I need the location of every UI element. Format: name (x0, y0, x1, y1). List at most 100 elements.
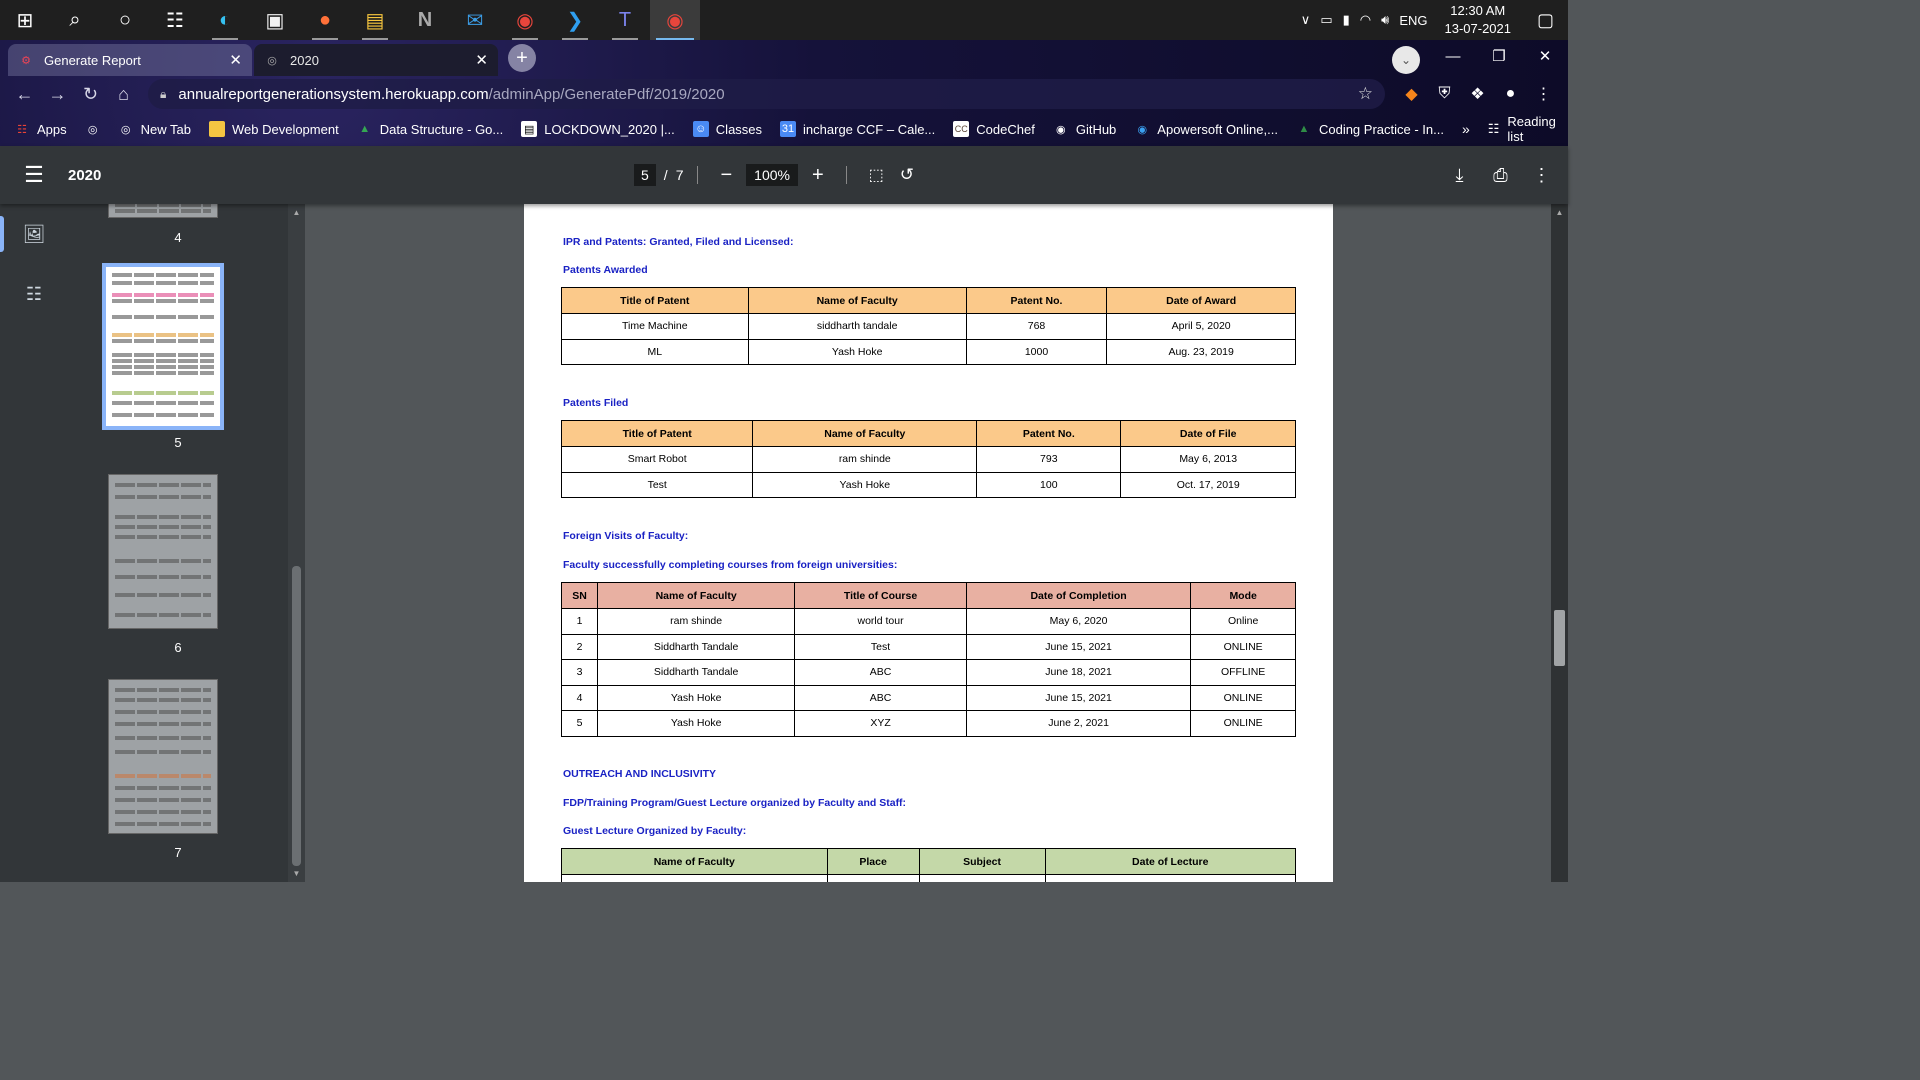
wifi-icon[interactable]: ◠ (1355, 12, 1376, 28)
thumb-line (115, 774, 211, 778)
bookmark-coding-practice[interactable]: ▲ Coding Practice - In... (1296, 121, 1444, 137)
chrome-menu-icon[interactable]: ⋮ (1527, 84, 1560, 104)
thumbnail-label: 4 (174, 230, 182, 245)
bookmarks-bar: ☷ Apps ◎ ◎ New Tab Web Development ▲ Data S… (0, 112, 1568, 146)
search-icon[interactable]: ⌕ (50, 0, 100, 40)
address-bar[interactable]: 🔒︎ annualreportgenerationsystem.herokuap… (148, 79, 1385, 109)
bookmark-label: LOCKDOWN_2020 |... (544, 121, 675, 137)
page-number-input[interactable]: 5 (634, 164, 656, 186)
back-icon[interactable]: ← (8, 84, 41, 105)
bookmark-incharge-ccf[interactable]: 31 incharge CCF – Cale... (780, 121, 935, 137)
bookmark-star-icon[interactable]: ☆ (1358, 84, 1373, 104)
battery-icon[interactable]: ▮ (1338, 12, 1355, 28)
google-drive-icon: ▲ (359, 123, 371, 135)
outline-view-icon[interactable]: ☷ (0, 264, 68, 324)
notion-icon[interactable]: N (400, 0, 450, 40)
shield-extension-icon[interactable]: ⛨ (1428, 85, 1461, 103)
chrome-icon[interactable]: ◉ (500, 0, 550, 40)
table-header-row: SN Name of Faculty Title of Course Date … (561, 582, 1296, 609)
bookmark-data-structure[interactable]: ▲ Data Structure - Go... (357, 121, 503, 137)
device-icon[interactable]: ▭ (1315, 12, 1337, 28)
chrome-active-icon[interactable]: ◉ (650, 0, 700, 40)
viewer-scrollbar[interactable]: ▲ (1551, 204, 1568, 882)
file-explorer-icon[interactable]: ▤ (350, 0, 400, 40)
reload-icon[interactable]: ↻ (74, 84, 107, 105)
tab-search-icon[interactable]: ⌄ (1392, 46, 1420, 74)
tab-2020[interactable]: ◎ 2020 ✕ (254, 44, 498, 76)
notifications-icon[interactable]: ▢ (1523, 10, 1568, 31)
restore-icon[interactable]: ❐ (1476, 47, 1522, 65)
reading-list-button[interactable]: Reading list (1507, 114, 1555, 144)
chevron-up-icon[interactable]: ∨ (1296, 12, 1316, 28)
edge-icon[interactable]: ◐ (200, 0, 250, 40)
windows-start-icon[interactable]: ⊞ (0, 0, 50, 40)
zoom-in-icon[interactable]: + (804, 164, 832, 187)
hamburger-menu-icon[interactable]: ☰ (0, 162, 68, 188)
mail-icon[interactable]: ✉ (450, 0, 500, 40)
column-header: Patent No. (976, 420, 1122, 447)
thumb-line (115, 613, 211, 617)
teams-icon[interactable]: T (600, 0, 650, 40)
bookmark-lockdown[interactable]: ▤ LOCKDOWN_2020 |... (521, 121, 675, 137)
download-icon[interactable]: ⤓ (1439, 165, 1480, 186)
codechef-icon: CC (953, 121, 970, 137)
tab-generate-report[interactable]: ⚙ Generate Report ✕ (8, 44, 252, 76)
table-cell: ONLINE (1190, 710, 1296, 737)
thumbnail-scrollbar[interactable]: ▲ ▼ (288, 204, 305, 882)
task-view-icon[interactable]: ☷ (150, 0, 200, 40)
thumbnail-label: 6 (174, 640, 182, 655)
firefox-icon[interactable]: ● (300, 0, 350, 40)
page-thumbnail-7[interactable] (108, 679, 218, 834)
home-icon[interactable]: ⌂ (107, 84, 140, 105)
zoom-out-icon[interactable]: − (712, 164, 740, 187)
print-icon[interactable]: ⎙ (1480, 165, 1521, 186)
minimize-icon[interactable]: — (1430, 48, 1476, 65)
bookmark-label: Coding Practice - In... (1318, 121, 1444, 137)
new-tab-button[interactable]: + (508, 44, 536, 72)
cortana-icon[interactable]: ○ (100, 0, 150, 40)
scrollbar-thumb[interactable] (1554, 610, 1565, 666)
scroll-up-icon[interactable]: ▲ (288, 208, 305, 217)
store-icon[interactable]: ▣ (250, 0, 300, 40)
profile-avatar[interactable]: ● (1494, 85, 1527, 103)
fit-to-page-icon[interactable]: ⬚ (861, 165, 892, 185)
forward-icon[interactable]: → (41, 84, 74, 105)
thumbnails-view-icon[interactable]: 🖼︎ (0, 204, 68, 264)
clock[interactable]: 12:30 AM 13-07-2021 (1432, 2, 1523, 38)
page-thumbnail-6[interactable] (108, 474, 218, 629)
rotate-icon[interactable]: ↺ (892, 165, 922, 185)
bookmark-codechef[interactable]: CC CodeChef (953, 121, 1035, 137)
scroll-down-icon[interactable]: ▼ (288, 869, 305, 878)
zoom-level-input[interactable]: 100% (746, 164, 798, 186)
vscode-icon[interactable]: ❯ (550, 0, 600, 40)
bookmark-github[interactable]: ◉ GitHub (1053, 121, 1116, 137)
thumb-line (112, 413, 214, 417)
omnibar: ← → ↻ ⌂ 🔒︎ annualreportgenerationsystem.… (0, 76, 1568, 112)
bookmark-globe[interactable]: ◎ (85, 121, 108, 137)
close-window-icon[interactable]: ✕ (1522, 47, 1568, 65)
extensions-puzzle-icon[interactable]: ❖ (1461, 84, 1494, 104)
volume-icon[interactable]: 🔊︎ (1376, 12, 1394, 28)
table-cell: world tour (794, 608, 967, 635)
url-path: /adminApp/GeneratePdf/2019/2020 (488, 85, 725, 103)
bookmark-new-tab[interactable]: ◎ New Tab (118, 121, 191, 137)
close-tab-icon[interactable]: ✕ (475, 51, 488, 69)
more-options-icon[interactable]: ⋮ (1521, 165, 1562, 186)
bookmark-classes[interactable]: ☺ Classes (692, 121, 762, 137)
page-thumbnail-5[interactable] (102, 263, 224, 430)
metamask-extension-icon[interactable]: ◆ (1395, 84, 1428, 104)
scrollbar-thumb[interactable] (292, 566, 301, 866)
page-thumbnail-4[interactable] (108, 204, 218, 218)
bookmark-apps[interactable]: ☷ Apps (14, 121, 67, 137)
column-header: Place (826, 848, 920, 875)
notion-page-icon: ▤ (521, 121, 538, 137)
more-bookmarks-icon[interactable]: » (1462, 121, 1470, 137)
close-tab-icon[interactable]: ✕ (229, 51, 242, 69)
bookmark-web-development[interactable]: Web Development (208, 121, 339, 137)
language-indicator[interactable]: ENG (1394, 13, 1432, 28)
lock-icon[interactable]: 🔒︎ (160, 87, 166, 102)
bookmark-apowersoft[interactable]: ◉ Apowersoft Online,... (1134, 121, 1277, 137)
heading-fdp: FDP/Training Program/Guest Lecture organ… (563, 797, 907, 809)
scroll-up-icon[interactable]: ▲ (1551, 208, 1568, 217)
calendar-icon: 31 (780, 121, 797, 137)
